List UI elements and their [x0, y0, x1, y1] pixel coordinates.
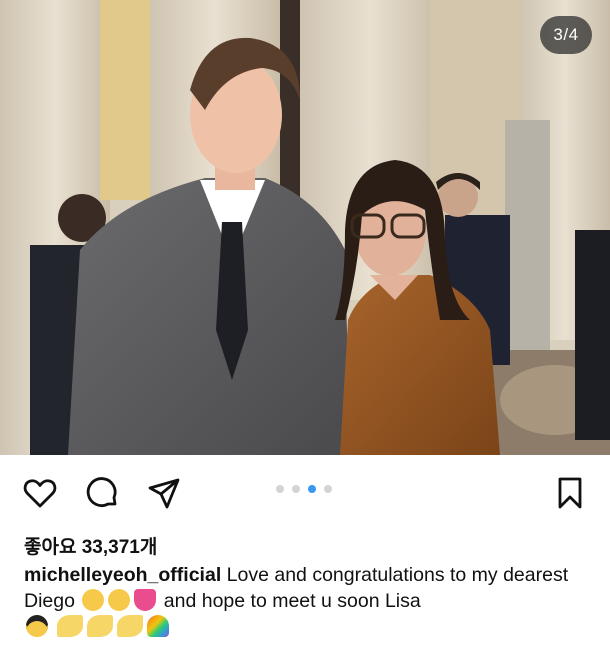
- caption-text-part2: and hope to meet u soon Lisa: [158, 590, 421, 612]
- heart-icon[interactable]: [20, 473, 60, 513]
- kissing-face-emoji: [108, 589, 131, 611]
- kissing-face-emoji: [82, 589, 105, 611]
- sunglasses-face-emoji: [26, 615, 48, 637]
- image-counter-badge: 3/4: [540, 16, 592, 54]
- carousel-dot: [276, 485, 284, 493]
- rainbow-emoji: [147, 615, 170, 637]
- dizzy-emoji: [87, 615, 114, 637]
- comment-icon[interactable]: [82, 473, 122, 513]
- carousel-indicator: [276, 485, 332, 493]
- sparkling-heart-emoji: [134, 589, 157, 611]
- carousel-dot: [292, 485, 300, 493]
- dizzy-emoji: [57, 615, 84, 637]
- post-action-bar: [0, 455, 610, 527]
- bookmark-icon[interactable]: [550, 473, 590, 513]
- photo-illustration: [0, 0, 610, 455]
- post-caption: michelleyeoh_official Love and congratul…: [24, 562, 594, 640]
- carousel-dot: [324, 485, 332, 493]
- send-icon[interactable]: [144, 473, 184, 513]
- likes-count[interactable]: 좋아요 33,371개: [24, 532, 157, 559]
- post-photo[interactable]: 3/4: [0, 0, 610, 455]
- carousel-dot-active: [308, 485, 316, 493]
- caption-username[interactable]: michelleyeoh_official: [24, 564, 221, 586]
- dizzy-emoji: [117, 615, 144, 637]
